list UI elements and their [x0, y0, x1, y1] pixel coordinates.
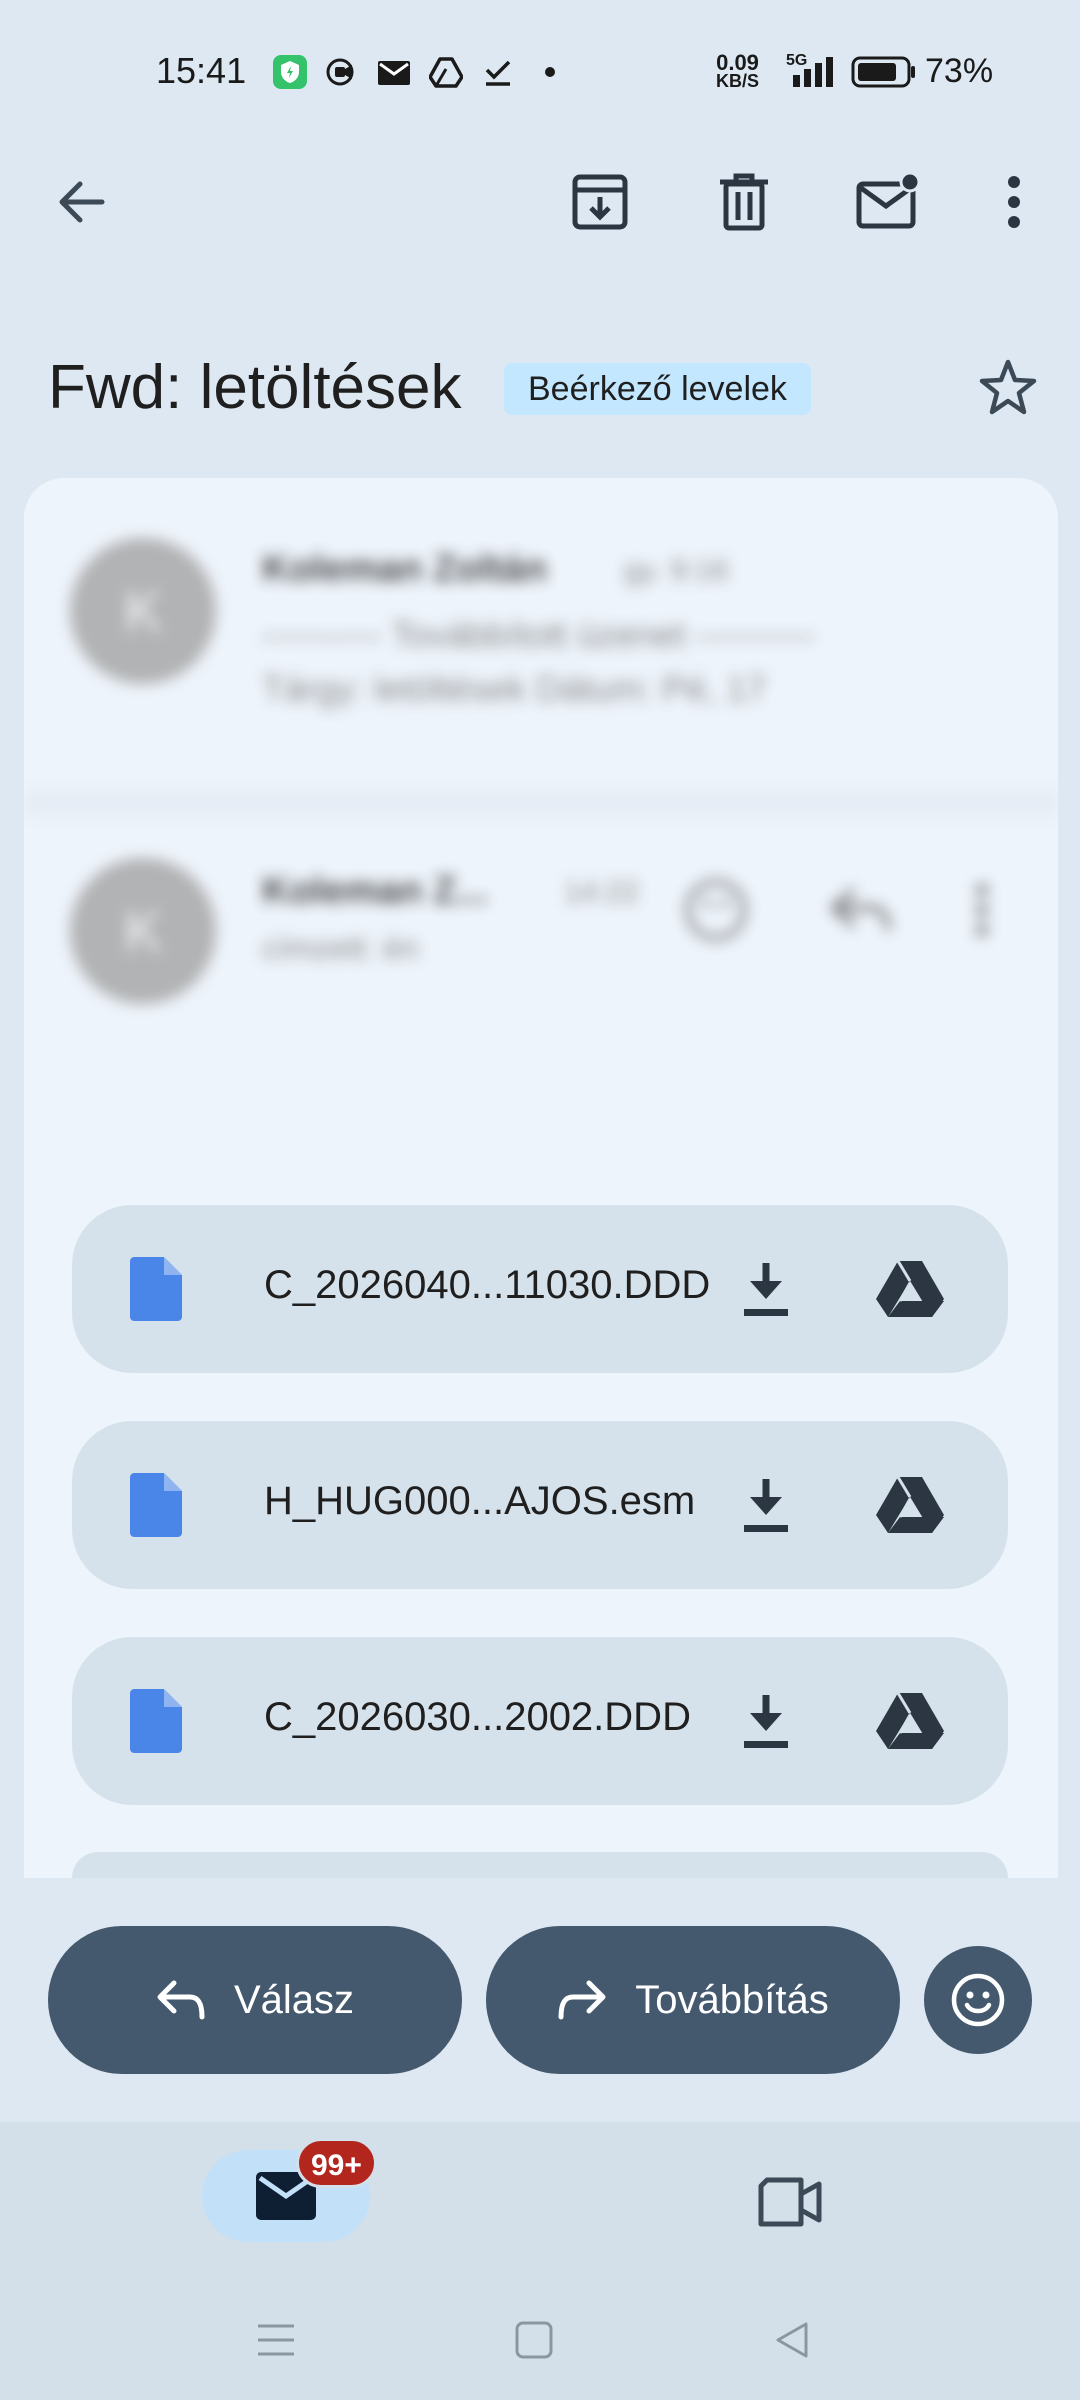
reply-icon[interactable] [828, 886, 892, 941]
save-to-drive-button[interactable] [872, 1251, 948, 1327]
net-speed: 0.09 KB/S [716, 50, 760, 91]
inbox-label-chip[interactable]: Beérkező levelek [504, 363, 811, 415]
screen-record-icon [324, 54, 360, 90]
reply-button[interactable]: Válasz [48, 1926, 462, 2074]
drive-icon [876, 1692, 944, 1749]
attachment-name: C_2026040...11030.DDD [264, 1263, 711, 1307]
archive-icon [572, 174, 628, 230]
star-button[interactable] [968, 348, 1048, 428]
battery-percent: 73% [925, 52, 994, 90]
message-preview: Tárgy: letöltések Dátum: Pé, 17 [262, 668, 767, 709]
attachment-name: C_2026030...2002.DDD [264, 1695, 691, 1739]
archive-button[interactable] [560, 162, 640, 242]
system-home-button[interactable] [504, 2310, 564, 2370]
home-square-icon [515, 2321, 553, 2359]
download-button[interactable] [732, 1255, 800, 1323]
email-subject: Fwd: letöltések [48, 353, 462, 422]
download-button[interactable] [732, 1687, 800, 1755]
attachment-chip[interactable]: C_2026040...11030.DDD [72, 1205, 1008, 1373]
recipient-line: címzett: én [262, 930, 419, 966]
forward-label: Továbbítás [635, 1977, 829, 2022]
video-camera-icon [758, 2177, 822, 2227]
attachment-chip[interactable]: H_HUG000...AJOS.esm [72, 1421, 1008, 1589]
sender-name: Koleman Zoltán [262, 548, 548, 590]
drive-icon [876, 1476, 944, 1533]
trash-icon [720, 173, 768, 231]
download-icon [744, 1263, 788, 1316]
download-button[interactable] [732, 1471, 800, 1539]
download-icon [744, 1479, 788, 1532]
emoji-reaction-button[interactable] [924, 1946, 1032, 2054]
message-time: 14:22 [564, 876, 640, 909]
save-to-drive-button[interactable] [872, 1467, 948, 1543]
avatar: K [70, 538, 216, 684]
sender-name: Koleman Z... [262, 870, 488, 912]
mail-icon [376, 54, 412, 90]
more-dot-icon [532, 54, 568, 90]
message-divider [24, 790, 1058, 816]
system-back-button[interactable] [762, 2310, 822, 2370]
nav-meet-tab[interactable] [752, 2166, 828, 2238]
action-bar: Válasz Továbbítás [0, 1878, 1080, 2122]
drive-icon [876, 1260, 944, 1317]
forward-icon [558, 1980, 606, 2020]
system-recents-button[interactable] [246, 2310, 306, 2370]
shield-app-icon [272, 54, 308, 90]
message-time: gy. 9:16 [624, 554, 729, 587]
file-icon [130, 1473, 182, 1537]
reply-icon [157, 1980, 205, 2020]
net-speed-unit: KB/S [716, 71, 760, 91]
bottom-navigation: 99+ [0, 2122, 1080, 2400]
unread-count-badge: 99+ [296, 2138, 377, 2188]
status-time: 15:41 [156, 50, 247, 91]
emoji-react-icon[interactable] [684, 878, 748, 947]
save-to-drive-button[interactable] [872, 1683, 948, 1759]
file-icon [130, 1257, 182, 1321]
reply-label: Válasz [233, 1977, 355, 2022]
more-vert-icon [1008, 176, 1020, 228]
message-preview: ---------- Továbbított üzenet ---------- [262, 614, 816, 655]
battery-icon [850, 54, 918, 90]
back-button[interactable] [42, 162, 122, 242]
back-triangle-icon [776, 2322, 808, 2358]
task-check-icon [480, 54, 516, 90]
star-outline-icon [979, 359, 1037, 415]
menu-lines-icon [258, 2324, 294, 2356]
mark-unread-button[interactable] [848, 162, 928, 242]
delete-button[interactable] [704, 162, 784, 242]
download-icon [744, 1695, 788, 1748]
attachment-chip[interactable]: C_2026030...2002.DDD [72, 1637, 1008, 1805]
forward-button[interactable]: Továbbítás [486, 1926, 900, 2074]
net-speed-value: 0.09 [716, 50, 759, 75]
drive-icon [428, 54, 464, 90]
smiley-icon [951, 1973, 1005, 2027]
arrow-back-icon [59, 181, 105, 223]
attachment-chip-partial[interactable] [72, 1852, 1008, 1878]
more-options-button[interactable] [974, 162, 1054, 242]
status-bar: 15:41 0.09 KB/S 5G 73% [0, 0, 1080, 140]
avatar: K [70, 858, 216, 1004]
attachment-name: H_HUG000...AJOS.esm [264, 1479, 696, 1523]
more-vert-icon[interactable] [974, 882, 990, 943]
signal-icon [792, 54, 838, 90]
file-icon [130, 1689, 182, 1753]
mark-unread-icon [856, 172, 921, 229]
